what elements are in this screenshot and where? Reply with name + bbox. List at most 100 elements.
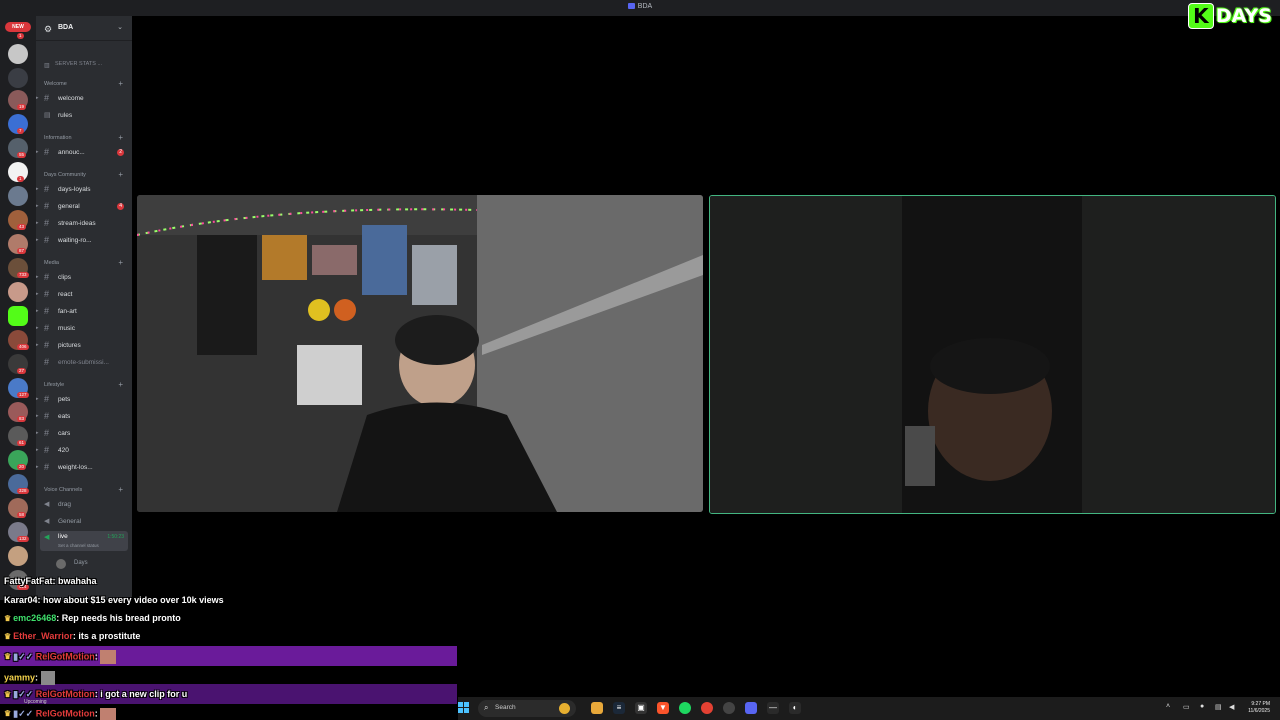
- channel-welcome[interactable]: ▸ # welcome: [36, 92, 132, 106]
- add-channel-icon[interactable]: +: [118, 170, 123, 179]
- hash-icon: #: [44, 93, 50, 103]
- channel-server-stats[interactable]: ▥ SERVER STATS ...: [36, 58, 132, 72]
- chevron-right-icon: ▸: [36, 464, 39, 470]
- app-icon: [627, 3, 635, 10]
- voice-channel-drag[interactable]: ◀ drag: [36, 498, 132, 512]
- chevron-right-icon: ▸: [36, 342, 39, 348]
- channel-react[interactable]: ▸ # react: [36, 288, 132, 302]
- windows-start-icon[interactable]: [458, 702, 470, 714]
- channel-days-loyals[interactable]: ▸ # days-loyals: [36, 183, 132, 197]
- voice-member[interactable]: Days: [36, 557, 132, 571]
- speaker-icon: ◀: [44, 534, 50, 541]
- steam-icon[interactable]: ≡: [613, 702, 625, 714]
- server-header[interactable]: ⚙ BDA ⌄: [36, 16, 132, 41]
- category-welcome[interactable]: Welcome +: [36, 77, 132, 91]
- speaker-icon: ◀: [44, 501, 50, 508]
- add-channel-icon[interactable]: +: [118, 133, 123, 142]
- channel-announcements[interactable]: ▸ # annouc... 2: [36, 146, 132, 160]
- app-icon[interactable]: ◐: [789, 702, 801, 714]
- mic-icon[interactable]: ●: [1200, 703, 1204, 710]
- channel-weight-loss[interactable]: ▸ # weight-los...: [36, 461, 132, 475]
- category-lifestyle[interactable]: Lifestyle +: [36, 378, 132, 392]
- channel-fan-art[interactable]: ▸ # fan-art: [36, 305, 132, 319]
- hash-icon: #: [44, 147, 50, 157]
- volume-icon[interactable]: ◀: [1229, 703, 1234, 711]
- streamer-video: [137, 195, 703, 512]
- server-icon[interactable]: [8, 68, 28, 88]
- server-icon[interactable]: [8, 186, 28, 206]
- add-channel-icon[interactable]: +: [118, 380, 123, 389]
- hash-icon: #: [44, 184, 50, 194]
- tray-app-icon[interactable]: ▭: [1183, 703, 1190, 711]
- spotify-icon[interactable]: [679, 702, 691, 714]
- chevron-right-icon: ▸: [36, 396, 39, 402]
- add-channel-icon[interactable]: +: [118, 79, 123, 88]
- discord-icon[interactable]: [745, 702, 757, 714]
- server-gear-icon: ⚙: [44, 24, 53, 34]
- add-channel-icon[interactable]: +: [118, 485, 123, 494]
- channel-pictures[interactable]: ▸ # pictures: [36, 339, 132, 353]
- network-icon[interactable]: ▤: [1215, 703, 1222, 711]
- chevron-right-icon: ▸: [36, 220, 39, 226]
- category-information[interactable]: Information +: [36, 131, 132, 145]
- tray-chevron-icon[interactable]: ˄: [1166, 703, 1170, 710]
- emote-icon: [40, 671, 55, 685]
- category-media[interactable]: Media +: [36, 256, 132, 270]
- channel-eats[interactable]: ▸ # eats: [36, 410, 132, 424]
- channel-stream-ideas[interactable]: ▸ # stream-ideas: [36, 217, 132, 231]
- video-tile-streamer[interactable]: [137, 195, 703, 512]
- title-bar: BDA: [0, 0, 1280, 16]
- taskbar-search[interactable]: ⌕ Search: [478, 700, 576, 717]
- server-rail: NEW 1 19 7 55 1 43 87 733 406 27 127 83 …: [0, 16, 36, 600]
- file-explorer-icon[interactable]: [591, 702, 603, 714]
- channel-general[interactable]: ▸ # general 4: [36, 200, 132, 214]
- rules-icon: ▤: [44, 112, 51, 119]
- channel-rules[interactable]: ▤ rules: [36, 109, 132, 123]
- app-icon[interactable]: ▣: [635, 702, 647, 714]
- crown-icon: ♛: [4, 690, 12, 699]
- channel-emote-submissions[interactable]: # emote-submissi...: [36, 356, 132, 370]
- hash-icon: #: [44, 462, 50, 472]
- chat-message: FattyFatFat: bwahaha: [4, 576, 97, 586]
- chat-message: ♛ ▮✓✓ RelGotMotion:: [4, 650, 117, 664]
- unread-badge: 61: [17, 440, 27, 446]
- server-name: BDA: [58, 24, 74, 31]
- hash-icon: #: [44, 218, 50, 228]
- server-icon[interactable]: [8, 546, 28, 566]
- unread-badge: 27: [17, 368, 27, 374]
- chevron-right-icon: ▸: [36, 291, 39, 297]
- kick-server-icon[interactable]: [8, 306, 28, 326]
- hash-icon: #: [44, 323, 50, 333]
- add-channel-icon[interactable]: +: [118, 258, 123, 267]
- chrome-icon[interactable]: [701, 702, 713, 714]
- voice-channel-live[interactable]: ◀ live 1:50:23 Set a channel status: [40, 531, 128, 551]
- category-days-community[interactable]: Days Community +: [36, 168, 132, 182]
- server-icon[interactable]: [8, 282, 28, 302]
- terminal-icon[interactable]: —: [767, 702, 779, 714]
- guest-video: [710, 196, 1275, 513]
- channel-clips[interactable]: ▸ # clips: [36, 271, 132, 285]
- channel-music[interactable]: ▸ # music: [36, 322, 132, 336]
- hash-icon: #: [44, 340, 50, 350]
- channel-cars[interactable]: ▸ # cars: [36, 427, 132, 441]
- chevron-right-icon: ▸: [36, 274, 39, 280]
- category-voice-channels[interactable]: Voice Channels +: [36, 483, 132, 497]
- crown-icon: ♛: [4, 614, 12, 623]
- unread-badge: 127: [17, 392, 29, 398]
- hash-icon: #: [44, 445, 50, 455]
- channel-pets[interactable]: ▸ # pets: [36, 393, 132, 407]
- channel-status[interactable]: Set a channel status: [58, 543, 99, 548]
- voice-channel-general[interactable]: ◀ General: [36, 515, 132, 529]
- taskbar-clock[interactable]: 9:27 PM 11/6/2025: [1248, 701, 1270, 715]
- unread-badge: 406: [17, 344, 29, 350]
- badge-icon: ▮✓✓: [13, 651, 34, 662]
- hash-icon: #: [44, 306, 50, 316]
- video-tile-guest[interactable]: [709, 195, 1276, 514]
- channel-waiting-room[interactable]: ▸ # waiting-ro...: [36, 234, 132, 248]
- badge-icon: ▮✓✓: [13, 689, 34, 699]
- channel-420[interactable]: ▸ # 420: [36, 444, 132, 458]
- server-icon[interactable]: [8, 44, 28, 64]
- brave-icon[interactable]: ▼: [657, 702, 669, 714]
- obs-icon[interactable]: [723, 702, 735, 714]
- chevron-down-icon[interactable]: ⌄: [117, 23, 123, 31]
